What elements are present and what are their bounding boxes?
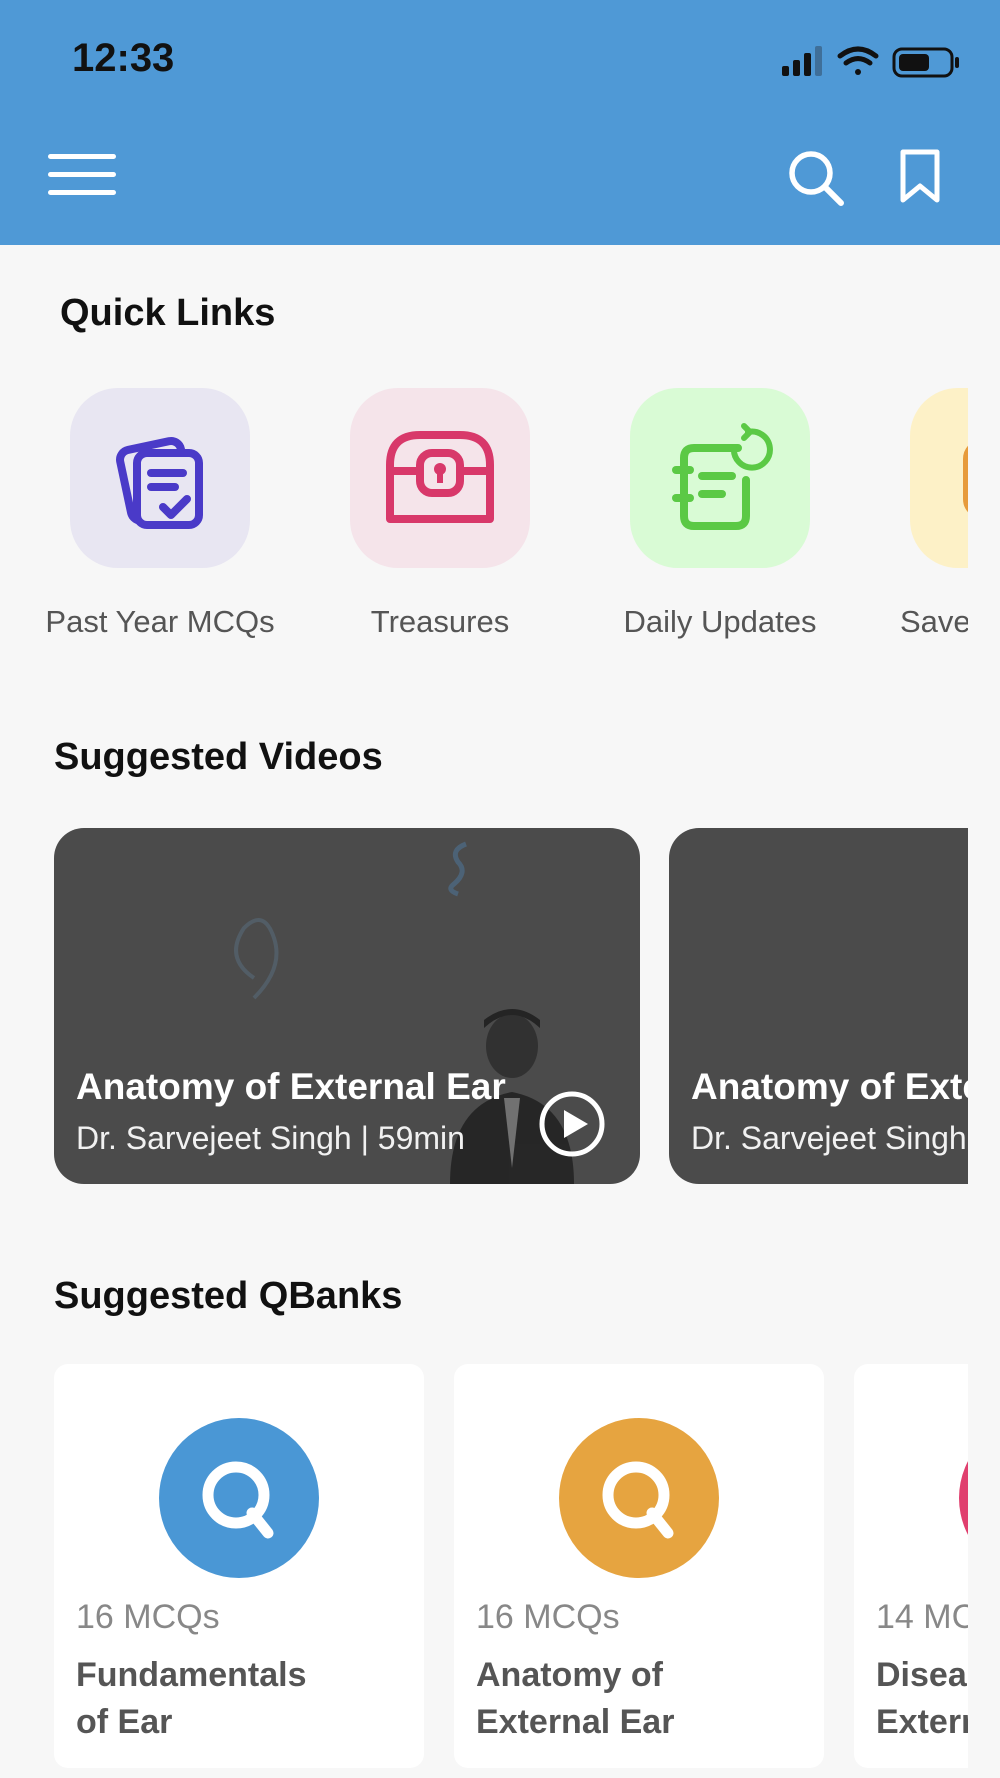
qbank-card[interactable]: 14 MC Disea Extern <box>854 1364 968 1768</box>
qbank-title: Disea Extern <box>876 1656 968 1741</box>
quick-link-past-year-mcqs[interactable]: Past Year MCQs <box>20 380 300 650</box>
suggested-videos-carousel[interactable]: Anatomy of External Ear Dr. Sarvejeet Si… <box>0 828 968 1186</box>
wifi-icon <box>837 46 879 75</box>
quick-link-tile <box>630 388 810 568</box>
qbank-card[interactable]: 16 MCQs Fundamentals of Ear <box>54 1364 424 1768</box>
play-icon[interactable] <box>538 1090 606 1158</box>
search-icon <box>602 1461 674 1539</box>
video-meta: Dr. Sarvejeet Singh <box>691 1120 967 1156</box>
notebook-refresh-icon <box>672 423 773 530</box>
signal-icon <box>782 46 822 76</box>
battery-icon <box>892 47 959 78</box>
suggested-videos-title: Suggested Videos <box>54 736 383 778</box>
video-card[interactable]: Anatomy of External Ear Dr. Sarvejeet Si… <box>54 828 640 1184</box>
quick-link-label: Treasures <box>370 604 510 639</box>
suggested-qbanks-carousel[interactable]: 16 MCQs Fundamentals of Ear 16 MCQs Anat… <box>0 1364 968 1778</box>
bookmark-icon[interactable] <box>898 148 942 204</box>
quick-link-save[interactable]: Save <box>860 380 968 650</box>
app-header: 12:33 <box>0 0 1000 245</box>
suggested-qbanks-title: Suggested QBanks <box>54 1275 403 1317</box>
quick-link-daily-updates[interactable]: Daily Updates <box>580 380 860 650</box>
quick-link-label: Past Year MCQs <box>45 604 275 639</box>
quick-link-label: Save <box>900 604 968 639</box>
status-icons <box>782 46 959 78</box>
qbank-card[interactable]: 16 MCQs Anatomy of External Ear <box>454 1364 824 1768</box>
quick-link-tile <box>910 388 968 568</box>
qbank-mcq-count: 16 MCQs <box>476 1598 620 1636</box>
quick-link-treasures[interactable]: Treasures <box>300 380 580 650</box>
qbank-icon <box>559 1418 719 1578</box>
saved-icon <box>963 445 968 513</box>
qbank-icon <box>159 1418 319 1578</box>
hamburger-menu-icon[interactable] <box>48 152 116 198</box>
quick-link-label: Daily Updates <box>623 604 817 639</box>
quick-links-carousel[interactable]: Past Year MCQs Treasures Daily Updates S… <box>0 380 968 650</box>
qbank-icon <box>959 1418 968 1578</box>
quick-link-tile <box>350 388 530 568</box>
status-time: 12:33 <box>72 36 175 80</box>
qbank-mcq-count: 14 MC <box>876 1598 968 1636</box>
treasure-chest-icon <box>386 431 494 523</box>
video-meta: Dr. Sarvejeet Singh | 59min <box>76 1120 465 1156</box>
search-icon <box>202 1461 274 1539</box>
video-title: Anatomy of Exte <box>691 1066 968 1107</box>
video-card[interactable]: Anatomy of Exte Dr. Sarvejeet Singh <box>669 828 968 1184</box>
qbank-title: Fundamentals of Ear <box>76 1656 307 1741</box>
video-title: Anatomy of External Ear <box>76 1066 506 1107</box>
qbank-mcq-count: 16 MCQs <box>76 1598 220 1636</box>
qbank-title: Anatomy of External Ear <box>476 1656 675 1741</box>
search-icon[interactable] <box>786 148 846 208</box>
quick-links-title: Quick Links <box>60 292 276 334</box>
clipboard-check-icon <box>116 436 203 529</box>
quick-link-tile <box>70 388 250 568</box>
